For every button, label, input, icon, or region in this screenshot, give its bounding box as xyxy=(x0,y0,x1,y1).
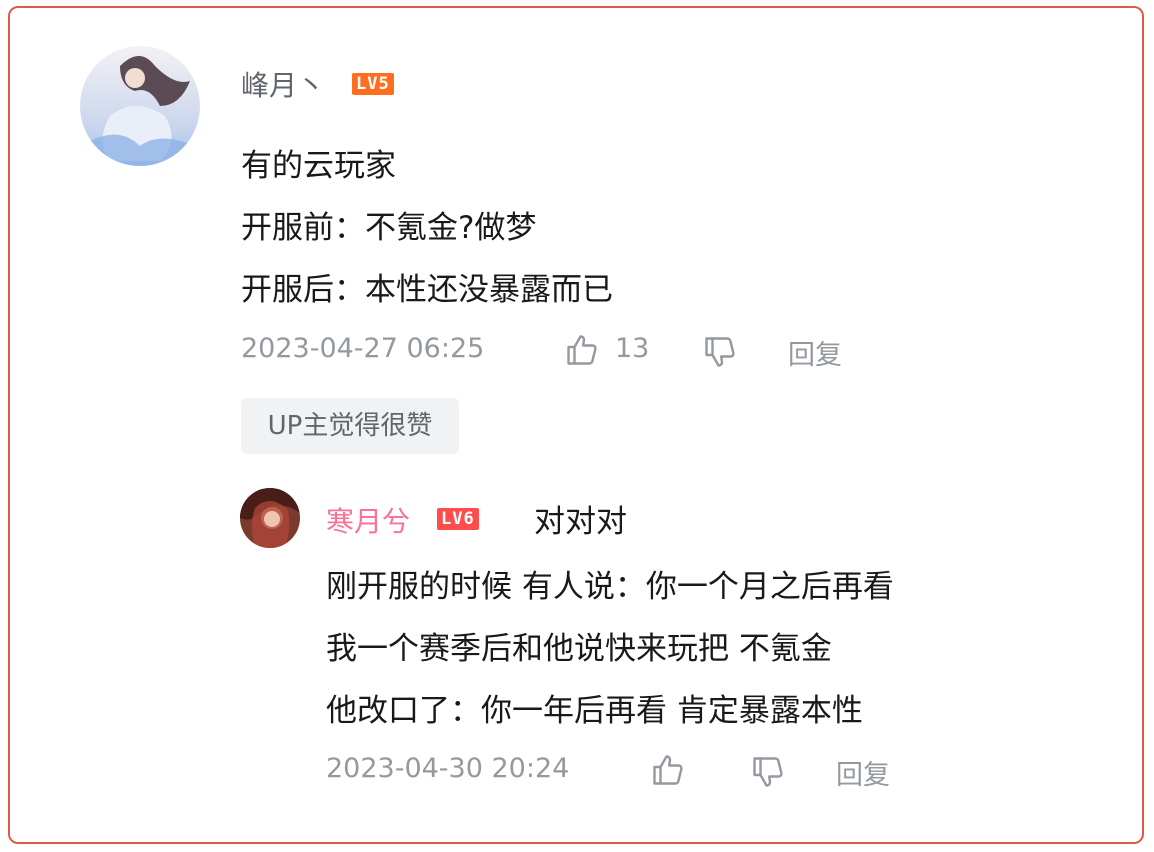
comment-line-2: 开服前：不氪金?做梦 xyxy=(241,210,537,246)
avatar[interactable] xyxy=(80,46,200,166)
up-liked-tag: UP主觉得很赞 xyxy=(241,398,459,454)
comment-line-3: 开服后：本性还没暴露而已 xyxy=(241,272,613,308)
level-badge: LV5 xyxy=(352,73,394,95)
reply-level-badge: LV6 xyxy=(437,508,479,530)
thumbs-up-icon[interactable] xyxy=(564,332,600,372)
username[interactable]: 峰月丶 xyxy=(241,64,325,104)
timestamp: 2023-04-27 06:25 xyxy=(241,333,485,364)
reply-line-1: 刚开服的时候 有人说：你一个月之后再看 xyxy=(326,569,894,605)
reply-thumbs-down-icon[interactable] xyxy=(750,754,786,794)
reply-line-3: 他改口了：你一年后再看 肯定暴露本性 xyxy=(326,693,863,729)
reply-line-2: 我一个赛季后和他说快来玩把 不氪金 xyxy=(326,631,832,667)
comment-line-1: 有的云玩家 xyxy=(241,148,396,184)
reply-avatar[interactable] xyxy=(240,488,300,548)
reply-reply-button[interactable]: 回复 xyxy=(836,753,890,792)
reply-button[interactable]: 回复 xyxy=(788,333,842,372)
reply-thumbs-up-icon[interactable] xyxy=(650,752,686,792)
thumbs-down-icon[interactable] xyxy=(702,334,738,374)
like-count: 13 xyxy=(615,333,650,364)
reply-timestamp: 2023-04-30 20:24 xyxy=(326,753,570,784)
reply-username[interactable]: 寒月兮 xyxy=(326,500,410,540)
reply-first-line: 对对对 xyxy=(534,504,627,540)
